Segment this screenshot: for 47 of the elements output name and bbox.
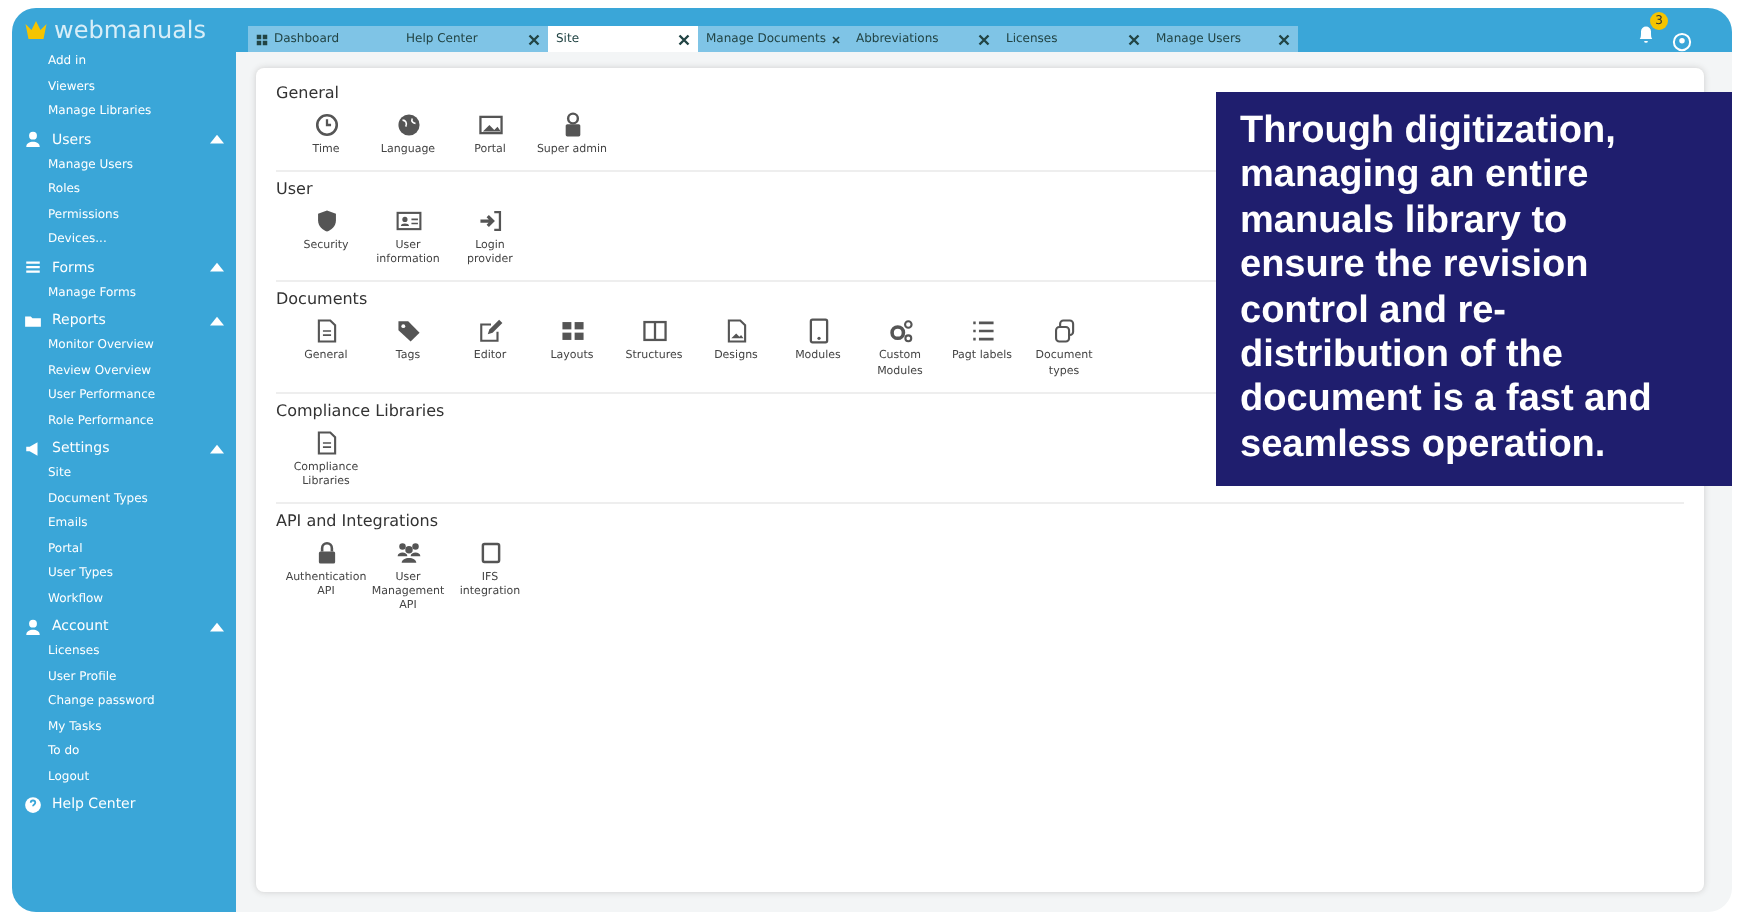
caret-icon xyxy=(210,443,224,453)
login-icon xyxy=(477,208,503,235)
grid-icon xyxy=(559,318,585,345)
picture-icon xyxy=(477,112,503,138)
help-icon xyxy=(24,795,42,813)
close-icon[interactable] xyxy=(831,33,840,45)
section-title: Documents xyxy=(276,290,368,309)
document-icon xyxy=(313,318,339,345)
user-icon xyxy=(24,617,42,635)
gears-icon xyxy=(887,318,913,345)
caret-icon xyxy=(210,134,224,144)
close-icon[interactable] xyxy=(978,33,990,45)
list-icon xyxy=(969,318,995,345)
caret-icon xyxy=(210,315,224,325)
caret-icon xyxy=(210,262,224,272)
edit-icon xyxy=(477,318,503,345)
close-icon[interactable] xyxy=(1278,33,1290,45)
close-icon[interactable] xyxy=(1128,33,1140,45)
caret-icon xyxy=(210,621,224,631)
square-icon xyxy=(477,539,503,566)
crown-icon xyxy=(24,18,48,42)
document-icon xyxy=(313,429,339,456)
clock-icon xyxy=(313,112,339,138)
bell-icon xyxy=(1636,24,1656,44)
tablet-icon xyxy=(805,318,831,345)
megaphone-icon xyxy=(24,439,42,457)
close-icon[interactable] xyxy=(678,33,690,45)
columns-icon xyxy=(641,318,667,345)
id-card-icon xyxy=(395,208,421,235)
user-icon xyxy=(24,130,42,148)
callout-text: Through digitization, managing an entire manuals library to ensure the revision control and re-distribution of the document is a fast and seamless operation. xyxy=(1216,92,1732,487)
user-circle-icon xyxy=(1672,32,1692,52)
folder-icon xyxy=(24,311,42,329)
brand-logo: webmanuals xyxy=(54,16,207,44)
users-icon xyxy=(395,539,421,566)
section-title: User xyxy=(276,180,313,199)
close-icon[interactable] xyxy=(528,33,540,45)
copy-icon xyxy=(1051,318,1077,345)
shield-icon xyxy=(313,208,339,235)
image-file-icon xyxy=(723,318,749,345)
grid-icon xyxy=(256,33,268,45)
section-title: General xyxy=(276,84,340,102)
section-title: API and Integrations xyxy=(276,511,439,530)
list-icon xyxy=(24,258,42,276)
tag-icon xyxy=(395,318,421,345)
lock-icon xyxy=(313,539,339,566)
section-title: Compliance Libraries xyxy=(276,401,445,420)
